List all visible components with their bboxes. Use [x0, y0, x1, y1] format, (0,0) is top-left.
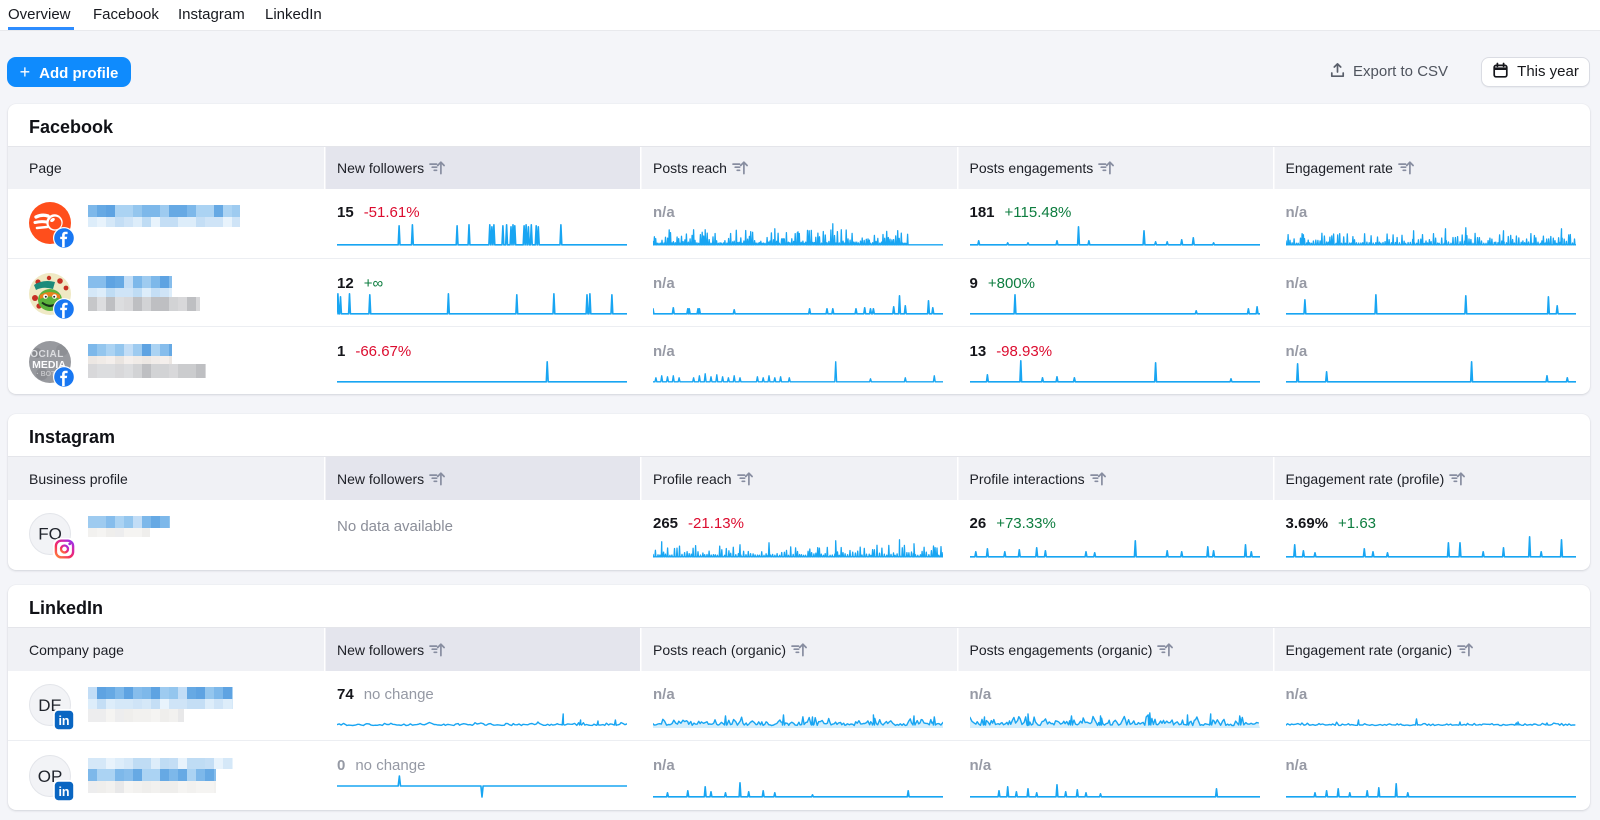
svg-text:in: in [58, 785, 69, 799]
svg-text:in: in [58, 714, 69, 728]
